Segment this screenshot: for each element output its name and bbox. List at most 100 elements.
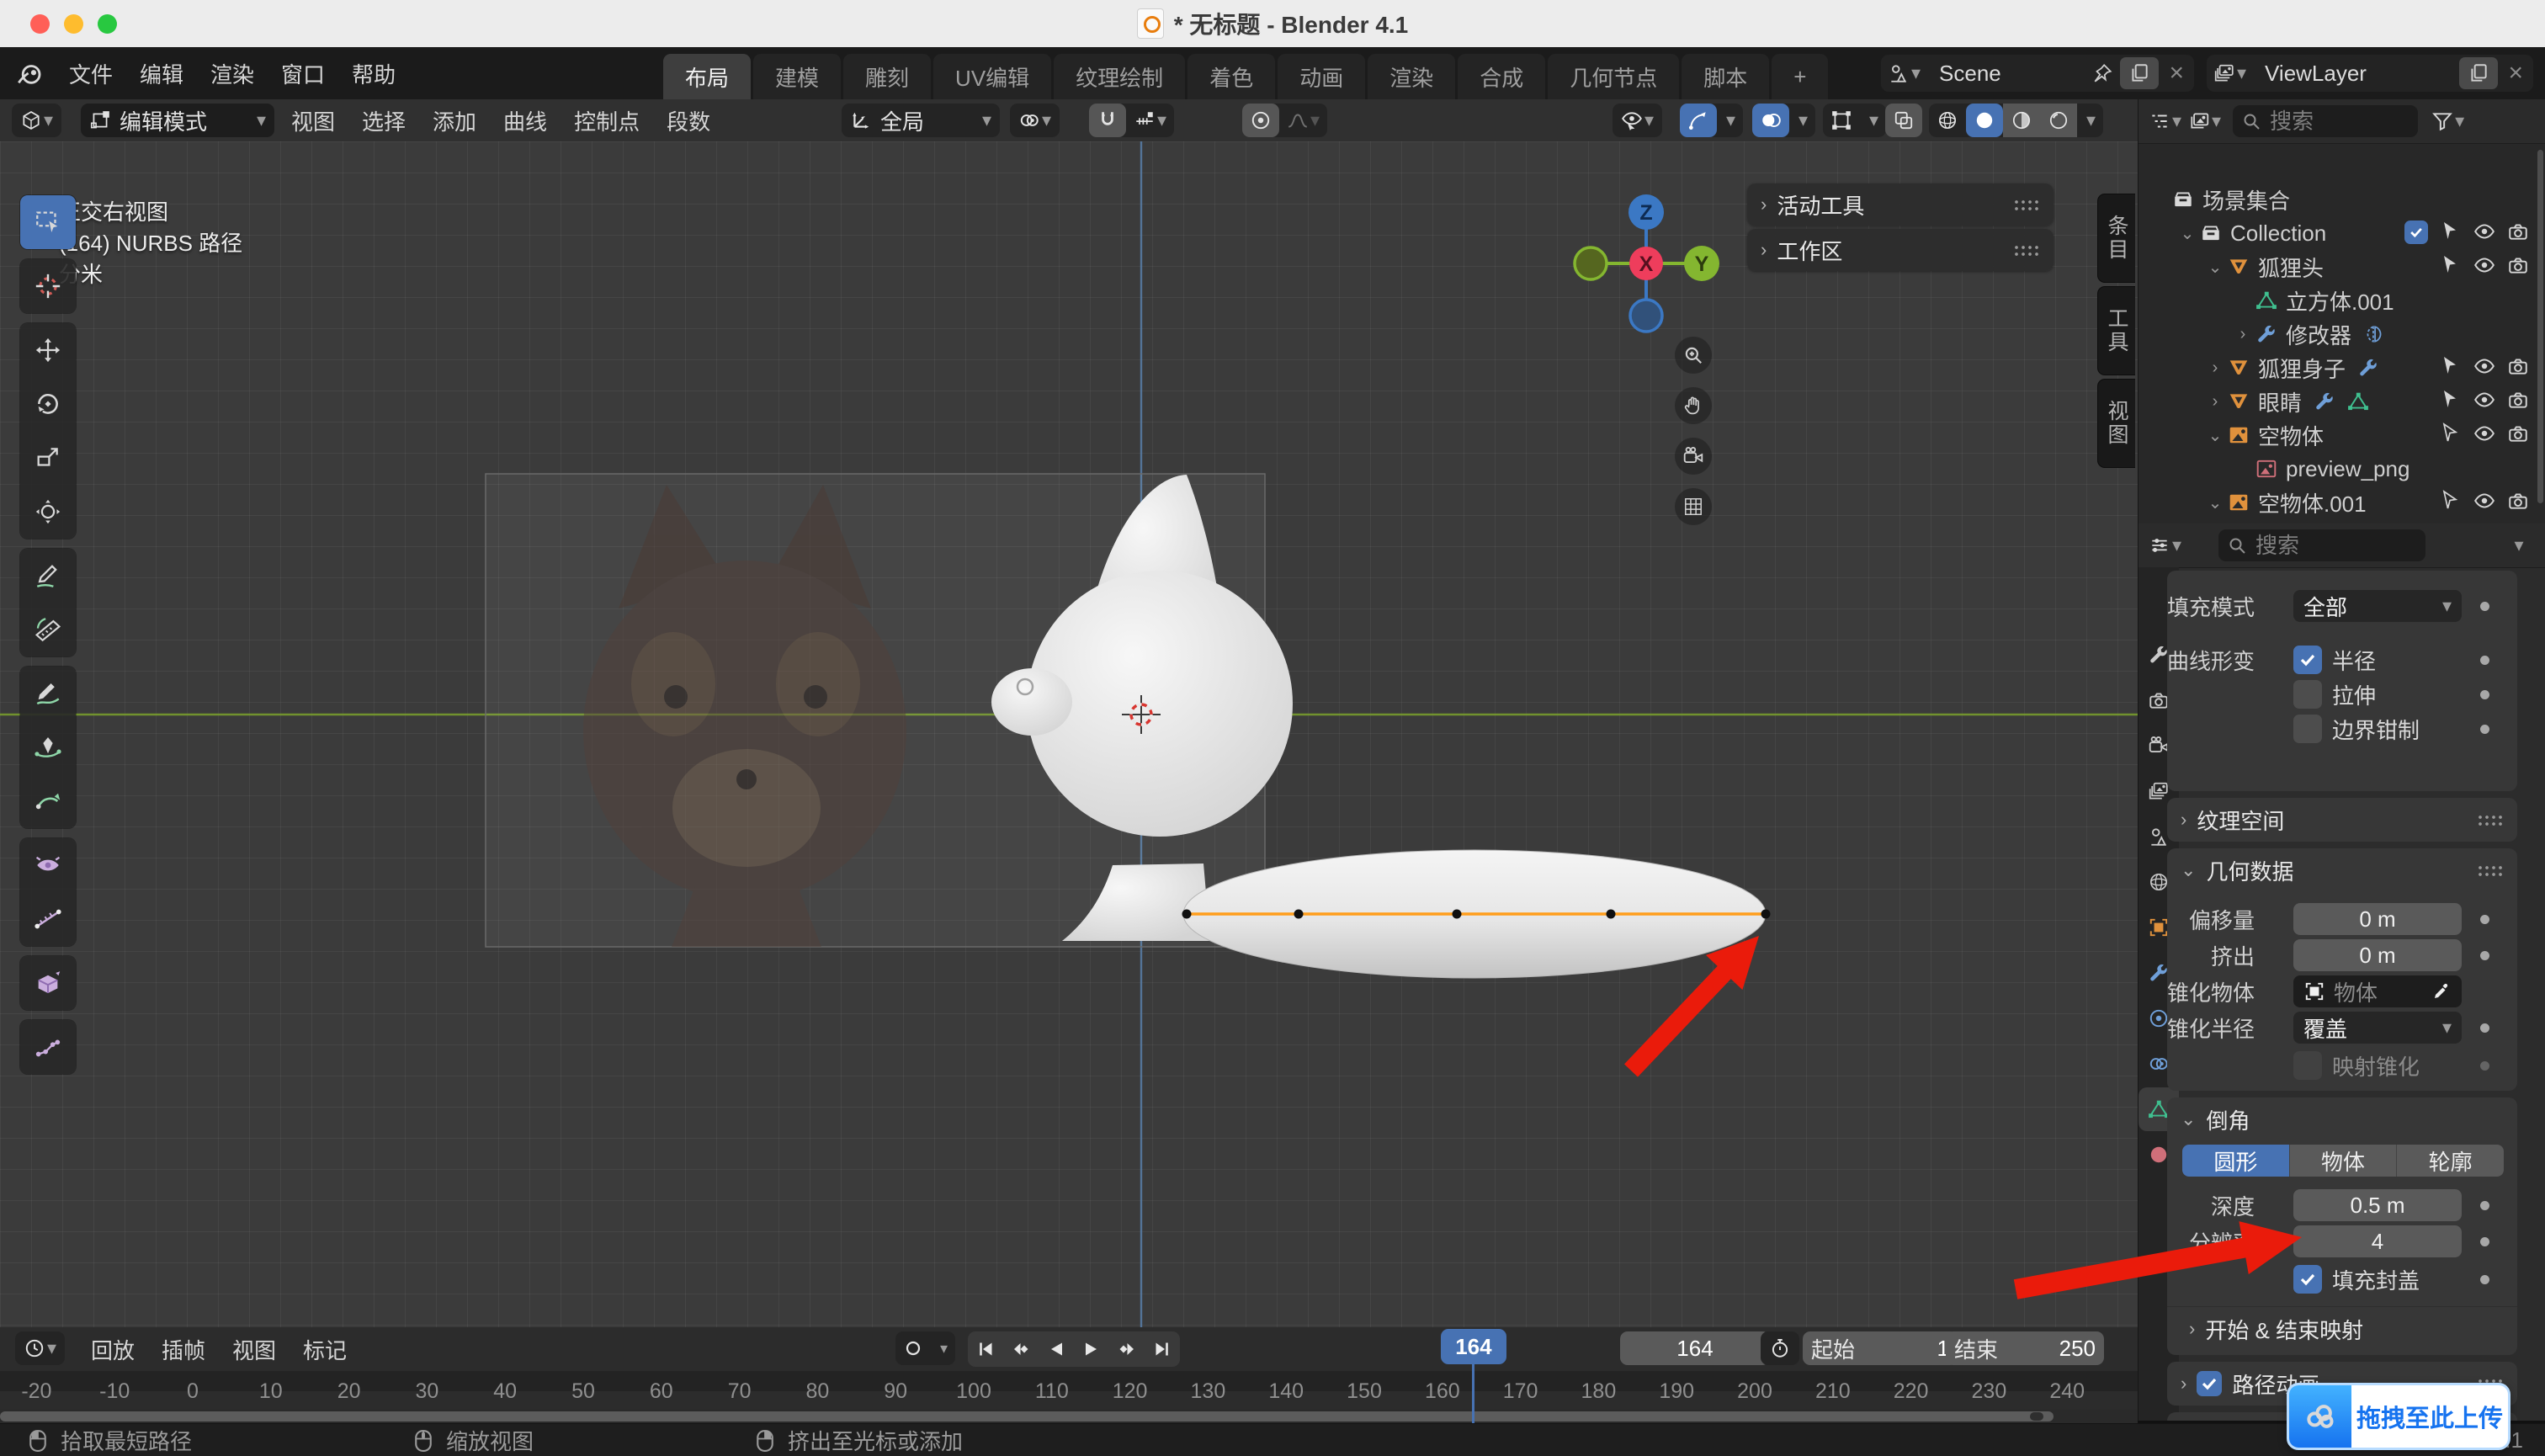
sidebar-tab-item[interactable]: 条目 (2097, 194, 2135, 283)
control-point[interactable] (1761, 910, 1771, 919)
outliner-item-label[interactable]: 狐狸头 (2258, 252, 2324, 283)
workspace-tab[interactable]: 布局 (663, 54, 751, 99)
mirror-icon[interactable] (2363, 323, 2385, 345)
viewport-menu-段数[interactable]: 段数 (653, 105, 724, 136)
checkbox-icon[interactable] (2404, 221, 2428, 244)
proportional-editing-icon[interactable] (1242, 104, 1279, 137)
outliner-row[interactable]: ›修改器 (2139, 317, 2545, 351)
workspace-tab[interactable]: 几何节点 (1548, 54, 1679, 99)
timeline-menu-标记[interactable]: 标记 (290, 1334, 360, 1365)
drag-dots-icon[interactable] (2477, 864, 2505, 877)
tool-extrude[interactable] (20, 956, 76, 1010)
select-outline-icon[interactable] (2440, 490, 2460, 510)
topbar-menu-编辑[interactable]: 编辑 (126, 58, 197, 89)
eye-icon[interactable] (2473, 490, 2495, 512)
drag-dots-icon[interactable] (2477, 814, 2505, 826)
tool-scale[interactable] (20, 431, 76, 485)
workspace-tab[interactable]: 动画 (1278, 54, 1365, 99)
animate-dot[interactable] (2480, 602, 2489, 611)
material-preview-icon[interactable] (2003, 104, 2040, 137)
viewport-3d[interactable]: Z X Y 正交右视图 (164) NURBS 路径 分米 ›活动工具 ›工作区… (0, 141, 2138, 1327)
map-taper-checkbox[interactable] (2293, 1051, 2322, 1080)
scene-selector[interactable]: ▾ Scene × (1881, 55, 2194, 92)
camera-icon[interactable] (2507, 389, 2529, 411)
bevel-tab-圆形[interactable]: 圆形 (2182, 1145, 2290, 1177)
outliner-search-input[interactable] (2268, 108, 2398, 136)
offset-slider[interactable]: 0 m (2293, 903, 2462, 935)
eye-icon[interactable] (2473, 254, 2495, 276)
mesh-data-icon[interactable] (2347, 391, 2369, 412)
select-icon[interactable] (2440, 221, 2460, 241)
animate-dot[interactable] (2480, 1237, 2489, 1246)
new-scene-button[interactable] (2120, 57, 2159, 89)
workspace-tab[interactable]: 脚本 (1682, 54, 1769, 99)
expander-icon[interactable]: › (2230, 325, 2255, 344)
eye-icon[interactable] (2473, 389, 2495, 411)
workspace-tab[interactable]: 合成 (1458, 54, 1545, 99)
eye-icon[interactable] (2473, 221, 2495, 242)
camera-icon[interactable] (2507, 422, 2529, 444)
tool-curve-pen[interactable] (20, 720, 76, 774)
animate-dot[interactable] (2480, 1023, 2489, 1033)
tool-radius[interactable] (20, 838, 76, 892)
checkbox-拉伸[interactable] (2293, 680, 2322, 709)
viewlayer-name[interactable]: ViewLayer (2253, 61, 2378, 87)
shading-dropdown[interactable]: ▾ (2077, 104, 2103, 137)
workspace-tab[interactable]: 纹理绘制 (1054, 54, 1185, 99)
record-icon[interactable] (895, 1331, 931, 1365)
workspace-tab[interactable]: UV编辑 (933, 54, 1051, 99)
jump-start-button[interactable] (968, 1331, 1003, 1367)
xray-toggle[interactable] (1885, 104, 1922, 137)
animate-dot[interactable] (2480, 951, 2489, 960)
tool-annotate[interactable] (20, 549, 76, 603)
viewlayer-icon[interactable]: ▾ (2207, 62, 2253, 84)
bevel-tab-物体[interactable]: 物体 (2290, 1145, 2398, 1177)
extrude-slider[interactable]: 0 m (2293, 939, 2462, 971)
workspace-tab[interactable]: 着色 (1187, 54, 1275, 99)
checkbox-边界钳制[interactable] (2293, 715, 2322, 743)
tool-move[interactable] (20, 323, 76, 377)
outliner-item-label[interactable]: 空物体.001 (2258, 487, 2367, 518)
bevel-resolution-slider[interactable]: 4 (2293, 1225, 2462, 1257)
mesh-edit-overlay-icon[interactable] (1823, 104, 1860, 137)
expander-icon[interactable]: ⌄ (2202, 257, 2228, 278)
tool-transform[interactable] (20, 485, 76, 539)
outliner-item-label[interactable]: 眼睛 (2258, 386, 2302, 417)
eye-icon[interactable] (2473, 422, 2495, 444)
workspace-tab[interactable]: 雕刻 (843, 54, 931, 99)
overlays-dropdown[interactable]: ▾ (1789, 104, 1815, 137)
object-visibility-dropdown[interactable]: ▾ (1613, 104, 1662, 137)
select-icon[interactable] (2440, 355, 2460, 375)
viewport-menu-曲线[interactable]: 曲线 (490, 105, 561, 136)
remove-viewlayer-icon[interactable]: × (2498, 59, 2533, 88)
properties-editor-type-button[interactable]: ▾ (2149, 534, 2181, 556)
eye-icon[interactable] (2473, 355, 2495, 377)
control-point[interactable] (1294, 910, 1304, 919)
animate-dot[interactable] (2480, 1061, 2489, 1071)
sidebar-tab-tool[interactable]: 工具 (2097, 286, 2135, 375)
tool-draw[interactable] (20, 667, 76, 720)
outliner-filter-button[interactable]: ▾ (2431, 110, 2464, 132)
outliner-display-mode-button[interactable]: ▾ (2188, 110, 2221, 132)
mesh-edit-overlay-dropdown[interactable]: ▾ (1860, 104, 1886, 137)
timeline-scrollbar[interactable] (0, 1410, 2138, 1423)
workspace-panel[interactable]: ›工作区 (1747, 229, 2054, 271)
snap-to-dropdown[interactable]: ▾ (1126, 104, 1174, 137)
gizmo-dropdown[interactable]: ▾ (1717, 104, 1743, 137)
camera-icon[interactable] (2507, 355, 2529, 377)
bevel-tab-轮廓[interactable]: 轮廓 (2397, 1145, 2504, 1177)
texture-space-panel[interactable]: ›纹理空间 (2167, 798, 2517, 842)
outliner-item-label[interactable]: Collection (2230, 221, 2326, 247)
outliner-item-label[interactable]: 狐狸身子 (2258, 353, 2346, 384)
play-button[interactable] (1074, 1331, 1109, 1367)
select-outline-icon[interactable] (2440, 422, 2460, 443)
expander-icon[interactable]: ⌄ (2202, 425, 2228, 446)
editor-type-button[interactable]: ▾ (12, 104, 61, 137)
tool-measure[interactable] (20, 603, 76, 656)
animate-dot[interactable] (2480, 915, 2489, 924)
frame-end-field[interactable]: 结束250 (1946, 1331, 2104, 1365)
tool-rotate[interactable] (20, 377, 76, 431)
rendered-shading-icon[interactable] (2040, 104, 2077, 137)
topbar-menu-文件[interactable]: 文件 (56, 58, 126, 89)
camera-icon[interactable] (2507, 490, 2529, 512)
